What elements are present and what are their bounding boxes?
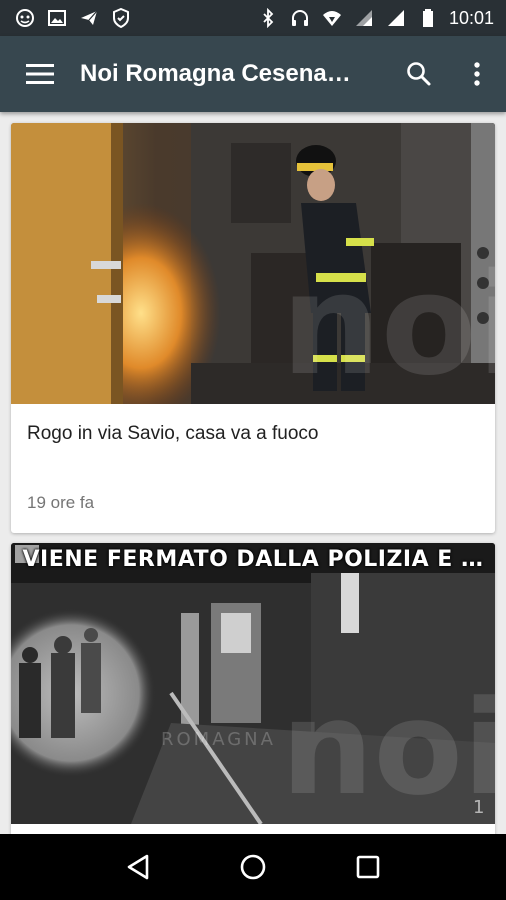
battery-icon [417, 7, 439, 29]
article-card[interactable]: noi 1 VIENE FERMATO DALLA POLIZIA E … RO… [11, 543, 495, 834]
status-bar: 10:01 [0, 0, 506, 36]
status-time: 10:01 [448, 7, 494, 28]
status-notification-icons [14, 7, 132, 29]
signal-icon [353, 7, 375, 29]
app-bar: Noi Romagna Cesena… [0, 36, 506, 112]
search-icon [407, 62, 431, 86]
menu-button[interactable] [0, 36, 80, 112]
article-image[interactable]: noi 1 VIENE FERMATO DALLA POLIZIA E … RO… [11, 543, 495, 824]
home-button[interactable] [223, 837, 283, 897]
status-system-icons: 10:01 [257, 7, 494, 29]
hamburger-menu-icon [26, 64, 54, 84]
ghost-icon [14, 7, 36, 29]
article-timestamp: 19 ore fa [27, 493, 95, 512]
headphones-icon [289, 7, 311, 29]
article-image[interactable]: noi [11, 123, 495, 404]
recents-icon [357, 855, 380, 879]
firefighter-photo: noi [11, 123, 495, 404]
news-feed[interactable]: noi Rogo in via Savio, casa va a fuoco 1… [0, 112, 506, 834]
system-nav-bar [0, 834, 506, 900]
article-card[interactable]: noi Rogo in via Savio, casa va a fuoco 1… [11, 123, 495, 533]
image-caption-overlay: VIENE FERMATO DALLA POLIZIA E … [22, 547, 484, 572]
more-vertical-icon [474, 62, 480, 86]
back-button[interactable] [108, 837, 168, 897]
home-icon [240, 854, 266, 880]
app-bar-actions [390, 36, 506, 112]
send-icon [78, 7, 100, 29]
svg-text:1: 1 [473, 797, 484, 818]
signal-icon [385, 7, 407, 29]
search-button[interactable] [390, 36, 448, 112]
app-title: Noi Romagna Cesena… [80, 60, 351, 87]
back-icon [127, 854, 148, 880]
bluetooth-icon [257, 7, 279, 29]
svg-text:noi: noi [281, 672, 495, 824]
image-watermark: ROMAGNA [161, 729, 276, 750]
svg-text:noi: noi [281, 244, 495, 404]
shield-icon [110, 7, 132, 29]
article-title[interactable]: Rogo in via Savio, casa va a fuoco [27, 423, 319, 445]
image-icon [46, 7, 68, 29]
recents-button[interactable] [338, 837, 398, 897]
overflow-menu-button[interactable] [448, 36, 506, 112]
night-street-photo: noi 1 [11, 543, 495, 824]
wifi-icon [321, 7, 343, 29]
